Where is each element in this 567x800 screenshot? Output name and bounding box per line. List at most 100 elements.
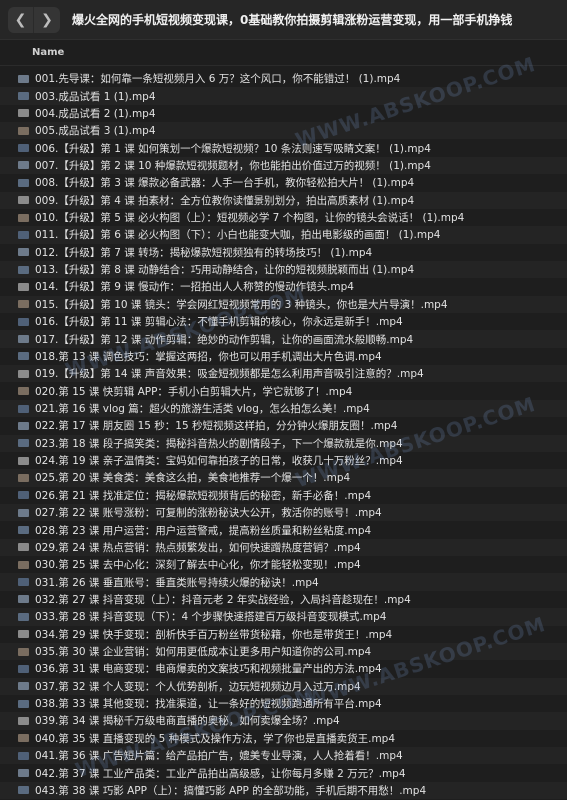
file-name: 003.成品试看 1 (1).mp4 [35, 90, 156, 103]
video-thumbnail-icon [18, 751, 29, 760]
file-name: 039.第 34 课 揭秘千万级电商直播的奥秘，如何卖爆全场？.mp4 [35, 715, 340, 728]
file-row[interactable]: 035.第 30 课 企业营销：如何用更低成本让更多用户知道你的公司.mp4 [0, 642, 567, 661]
file-row[interactable]: 027.第 22 课 账号涨粉：可复制的涨粉秘诀大公开，救活你的账号！.mp4 [0, 503, 567, 522]
video-thumbnail-icon [18, 699, 29, 708]
column-header[interactable]: Name [0, 40, 567, 66]
file-row[interactable]: 006.【升级】第 1 课 如何策划一个爆款短视频？10 条法则速写吸睛文案！ … [0, 139, 567, 156]
file-name: 017.【升级】第 12 课 动作剪辑：绝妙的动作剪辑，让你的画面流水般顺畅.m… [35, 333, 414, 346]
file-row[interactable]: 020.第 15 课 快剪辑 APP：手机小白剪辑大片，学它就够了！.mp4 [0, 382, 567, 399]
video-thumbnail-icon [18, 265, 29, 274]
file-row[interactable]: 042.第 37 课 工业产品类：工业产品拍出高级感，让你每月多赚 2 万元？.… [0, 764, 567, 781]
video-thumbnail-icon [18, 213, 29, 222]
video-thumbnail-icon [18, 404, 29, 413]
file-row[interactable]: 017.【升级】第 12 课 动作剪辑：绝妙的动作剪辑，让你的画面流水般顺畅.m… [0, 330, 567, 348]
video-thumbnail-icon [18, 317, 29, 326]
file-row[interactable]: 036.第 31 课 电商变现：电商爆卖的文案技巧和视频批量产出的方法.mp4 [0, 660, 567, 677]
window-title: 爆火全网的手机短视频变现课，0基础教你拍摄剪辑涨粉运营变现，用一部手机挣钱 [72, 13, 513, 27]
file-name: 007.【升级】第 2 课 10 种爆款短视频题材，你也能拍出价值过万的视频！ … [35, 159, 431, 172]
file-name: 006.【升级】第 1 课 如何策划一个爆款短视频？10 条法则速写吸睛文案！ … [35, 142, 431, 155]
file-row[interactable]: 012.【升级】第 7 课 转场：揭秘爆款短视频独有的转场技巧！ (1).mp4 [0, 244, 567, 261]
file-name: 031.第 26 课 垂直账号：垂直类账号持续火爆的秘诀！.mp4 [35, 576, 319, 589]
file-row[interactable]: 038.第 33 课 其他变现：找准渠道，让一条好的短视频跑通所有平台.mp4 [0, 695, 567, 712]
file-row[interactable]: 019.【升级】第 14 课 声音效果：吸金短视频都是怎么利用声音吸引注意的？.… [0, 365, 567, 383]
file-name: 042.第 37 课 工业产品类：工业产品拍出高级感，让你每月多赚 2 万元？.… [35, 767, 406, 780]
file-name: 013.【升级】第 8 课 动静结合：巧用动静结合，让你的短视频脱颖而出 (1)… [35, 264, 415, 277]
file-row[interactable]: 013.【升级】第 8 课 动静结合：巧用动静结合，让你的短视频脱颖而出 (1)… [0, 260, 567, 279]
file-row[interactable]: 022.第 17 课 朋友圈 15 秒：15 秒短视频这样拍，分分钟火爆朋友圈！… [0, 417, 567, 434]
video-thumbnail-icon [18, 161, 29, 170]
file-name: 012.【升级】第 7 课 转场：揭秘爆款短视频独有的转场技巧！ (1).mp4 [35, 246, 373, 259]
file-row[interactable]: 011.【升级】第 6 课 必火构图（下）：小白也能变大咖，拍出电影级的画面！ … [0, 226, 567, 244]
file-name: 023.第 18 课 段子搞笑类：揭秘抖音热火的剧情段子，下一个爆款就是你.mp… [35, 437, 403, 450]
file-row[interactable]: 003.成品试看 1 (1).mp4 [0, 87, 567, 105]
file-name: 034.第 29 课 快手变现：剖析快手百万粉丝带货秘籍，你也是带货王！.mp4 [35, 628, 393, 641]
file-row[interactable]: 026.第 21 课 找准定位：揭秘爆款短视频背后的秘密，新手必备！.mp4 [0, 487, 567, 504]
video-thumbnail-icon [18, 786, 29, 795]
video-thumbnail-icon [18, 109, 29, 118]
video-thumbnail-icon [18, 456, 29, 465]
file-row[interactable]: 014.【升级】第 9 课 慢动作：一招拍出人人称赞的慢动作镜头.mp4 [0, 278, 567, 295]
video-thumbnail-icon [18, 595, 29, 604]
file-name: 036.第 31 课 电商变现：电商爆卖的文案技巧和视频批量产出的方法.mp4 [35, 663, 382, 676]
file-name: 008.【升级】第 3 课 爆款必备武器：人手一台手机，教你轻松拍大片！ (1)… [35, 177, 415, 190]
file-row[interactable]: 043.第 38 课 巧影 APP（上）：搞懂巧影 APP 的全部功能，手机后期… [0, 781, 567, 800]
chevron-right-icon: ❯ [41, 11, 53, 28]
video-thumbnail-icon [18, 230, 29, 239]
file-row[interactable]: 021.第 16 课 vlog 篇：超火的旅游生活类 vlog，怎么拍怎么美！.… [0, 399, 567, 418]
file-row[interactable]: 001.先导课：如何靠一条短视频月入 6 万？这个风口，你不能错过！ (1).m… [0, 70, 567, 87]
video-thumbnail-icon [18, 387, 29, 396]
file-row[interactable]: 016.【升级】第 11 课 剪辑心法：不懂手机剪辑的核心，你永远是新手！.mp… [0, 313, 567, 330]
file-name: 004.成品试看 2 (1).mp4 [35, 107, 156, 120]
file-row[interactable]: 024.第 19 课 亲子温情类：宝妈如何靠拍孩子的日常，收获几十万粉丝？.mp… [0, 452, 567, 469]
file-name: 009.【升级】第 4 课 拍素材：全方位教你读懂景别划分，拍出高质素材 (1)… [35, 194, 415, 207]
video-thumbnail-icon [18, 578, 29, 587]
video-thumbnail-icon [18, 74, 29, 83]
file-row[interactable]: 030.第 25 课 去中心化：深刻了解去中心化，你才能轻松变现！.mp4 [0, 556, 567, 573]
file-name: 020.第 15 课 快剪辑 APP：手机小白剪辑大片，学它就够了！.mp4 [35, 385, 353, 398]
file-name: 011.【升级】第 6 课 必火构图（下）：小白也能变大咖，拍出电影级的画面！ … [35, 229, 441, 242]
file-row[interactable]: 023.第 18 课 段子搞笑类：揭秘抖音热火的剧情段子，下一个爆款就是你.mp… [0, 434, 567, 452]
video-thumbnail-icon [18, 560, 29, 569]
file-row[interactable]: 029.第 24 课 热点营销：热点频繁发出，如何快速蹭热度营销？.mp4 [0, 538, 567, 557]
file-name: 010.【升级】第 5 课 必火构图（上）：短视频必学 7 个构图，让你的镜头会… [35, 212, 465, 225]
video-thumbnail-icon [18, 282, 29, 291]
nav-button-group: ❮ ❯ [8, 6, 60, 33]
file-row[interactable]: 033.第 28 课 抖音变现（下）：4 个步骤快速搭建百万级抖音变现模式.mp… [0, 608, 567, 626]
video-thumbnail-icon [18, 543, 29, 552]
column-header-name[interactable]: Name [32, 47, 64, 58]
file-name: 028.第 23 课 用户运营：用户运营警戒，提高粉丝质量和粉丝粘度.mp4 [35, 524, 372, 537]
file-name: 005.成品试看 3 (1).mp4 [35, 125, 156, 138]
forward-button[interactable]: ❯ [34, 7, 60, 33]
file-row[interactable]: 015.【升级】第 10 课 镜头：学会网红短视频常用的 3 种镜头，你也是大片… [0, 295, 567, 314]
file-row[interactable]: 025.第 20 课 美食类：美食这么拍，美食地推荐一个爆一个！.mp4 [0, 469, 567, 487]
file-row[interactable]: 009.【升级】第 4 课 拍素材：全方位教你读懂景别划分，拍出高质素材 (1)… [0, 191, 567, 209]
file-name: 021.第 16 课 vlog 篇：超火的旅游生活类 vlog，怎么拍怎么美！.… [35, 403, 370, 415]
video-thumbnail-icon [18, 612, 29, 621]
file-row[interactable]: 005.成品试看 3 (1).mp4 [0, 122, 567, 140]
video-thumbnail-icon [18, 178, 29, 187]
file-row[interactable]: 008.【升级】第 3 课 爆款必备武器：人手一台手机，教你轻松拍大片！ (1)… [0, 174, 567, 191]
file-row[interactable]: 041.第 36 课 广告短片篇：给产品拍广告，媲美专业导演，人人抢着看！.mp… [0, 747, 567, 765]
file-name: 019.【升级】第 14 课 声音效果：吸金短视频都是怎么利用声音吸引注意的？.… [35, 368, 424, 381]
video-thumbnail-icon [18, 630, 29, 639]
file-row[interactable]: 034.第 29 课 快手变现：剖析快手百万粉丝带货秘籍，你也是带货王！.mp4 [0, 626, 567, 643]
file-name: 030.第 25 课 去中心化：深刻了解去中心化，你才能轻松变现！.mp4 [35, 559, 361, 572]
file-name: 033.第 28 课 抖音变现（下）：4 个步骤快速搭建百万级抖音变现模式.mp… [35, 611, 387, 624]
file-row[interactable]: 031.第 26 课 垂直账号：垂直类账号持续火爆的秘诀！.mp4 [0, 573, 567, 591]
file-row[interactable]: 039.第 34 课 揭秘千万级电商直播的奥秘，如何卖爆全场？.mp4 [0, 712, 567, 730]
file-name: 038.第 33 课 其他变现：找准渠道，让一条好的短视频跑通所有平台.mp4 [35, 698, 382, 711]
file-row[interactable]: 037.第 32 课 个人变现：个人优势剖析，边玩短视频边月入过万.mp4 [0, 677, 567, 695]
file-row[interactable]: 004.成品试看 2 (1).mp4 [0, 105, 567, 122]
video-thumbnail-icon [18, 335, 29, 344]
video-thumbnail-icon [18, 664, 29, 673]
file-row[interactable]: 007.【升级】第 2 课 10 种爆款短视频题材，你也能拍出价值过万的视频！ … [0, 156, 567, 175]
file-row[interactable]: 032.第 27 课 抖音变现（上）：抖音元老 2 年实战经验，入局抖音趁现在！… [0, 591, 567, 608]
file-row[interactable]: 010.【升级】第 5 课 必火构图（上）：短视频必学 7 个构图，让你的镜头会… [0, 209, 567, 226]
file-row[interactable]: 028.第 23 课 用户运营：用户运营警戒，提高粉丝质量和粉丝粘度.mp4 [0, 521, 567, 538]
back-button[interactable]: ❮ [8, 6, 34, 33]
video-thumbnail-icon [18, 716, 29, 725]
file-row[interactable]: 018.第 13 课 调色技巧：掌握这两招，你也可以用手机调出大片色调.mp4 [0, 348, 567, 365]
file-list: 001.先导课：如何靠一条短视频月入 6 万？这个风口，你不能错过！ (1).m… [0, 70, 567, 800]
file-name: 015.【升级】第 10 课 镜头：学会网红短视频常用的 3 种镜头，你也是大片… [35, 298, 448, 311]
file-row[interactable]: 040.第 35 课 直播变现的 5 种模式及操作方法，学了你也是直播卖货王.m… [0, 730, 567, 747]
